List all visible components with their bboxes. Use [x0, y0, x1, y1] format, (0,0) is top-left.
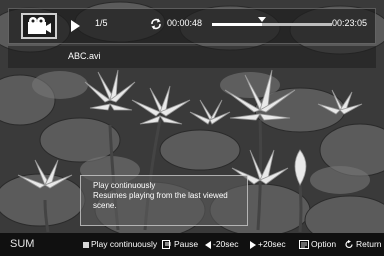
remote-guide-bar: SUM Play continuously Pause -20sec +20se… [0, 233, 384, 256]
repeat-icon [151, 18, 161, 30]
tooltip-description-line1: Resumes playing from the last viewed [93, 191, 228, 200]
return-label: Return [356, 239, 382, 249]
file-title-bar: ABC.avi [8, 46, 376, 68]
pause-icon [162, 240, 171, 250]
rewind-label: -20sec [213, 239, 239, 249]
page-count: 1/5 [95, 18, 108, 28]
video-thumbnail[interactable] [21, 13, 57, 39]
return-button[interactable]: Return [345, 239, 382, 249]
progress-fill [212, 23, 263, 26]
pause-label: Pause [174, 239, 199, 249]
play-continuously-label: Play continuously [91, 239, 158, 249]
total-time: 00:23:05 [331, 18, 367, 28]
forward-20sec-button[interactable]: +20sec [250, 239, 286, 249]
progress-position-marker[interactable] [258, 17, 267, 22]
option-label: Option [311, 239, 337, 249]
rewind-20sec-button[interactable]: -20sec [205, 239, 239, 249]
play-state-icon [71, 20, 80, 32]
rewind-arrow-icon [205, 240, 211, 249]
playback-info-bar: 1/5 00:00:48 00:23:05 [8, 8, 376, 44]
progress-bar[interactable] [212, 17, 332, 26]
current-time: 00:00:48 [167, 18, 203, 28]
forward-label: +20sec [258, 239, 286, 249]
tooltip-title: Play continuously [93, 181, 156, 190]
option-icon [299, 240, 309, 250]
pause-button[interactable]: Pause [162, 239, 199, 250]
forward-arrow-icon [250, 240, 256, 249]
tooltip-description-line2: scene. [93, 201, 117, 210]
option-button[interactable]: Option [299, 239, 337, 250]
return-icon [345, 240, 353, 249]
film-clapper-icon [28, 17, 51, 34]
play-continuously-tooltip: Play continuously Resumes playing from t… [80, 175, 248, 226]
media-player-screen: 1/5 00:00:48 00:23:05 ABC.avi Play conti… [0, 0, 384, 256]
file-name: ABC.avi [68, 51, 101, 61]
square-icon [83, 241, 89, 248]
sum-label: SUM [10, 238, 35, 250]
play-continuously-button[interactable]: Play continuously [83, 239, 157, 249]
